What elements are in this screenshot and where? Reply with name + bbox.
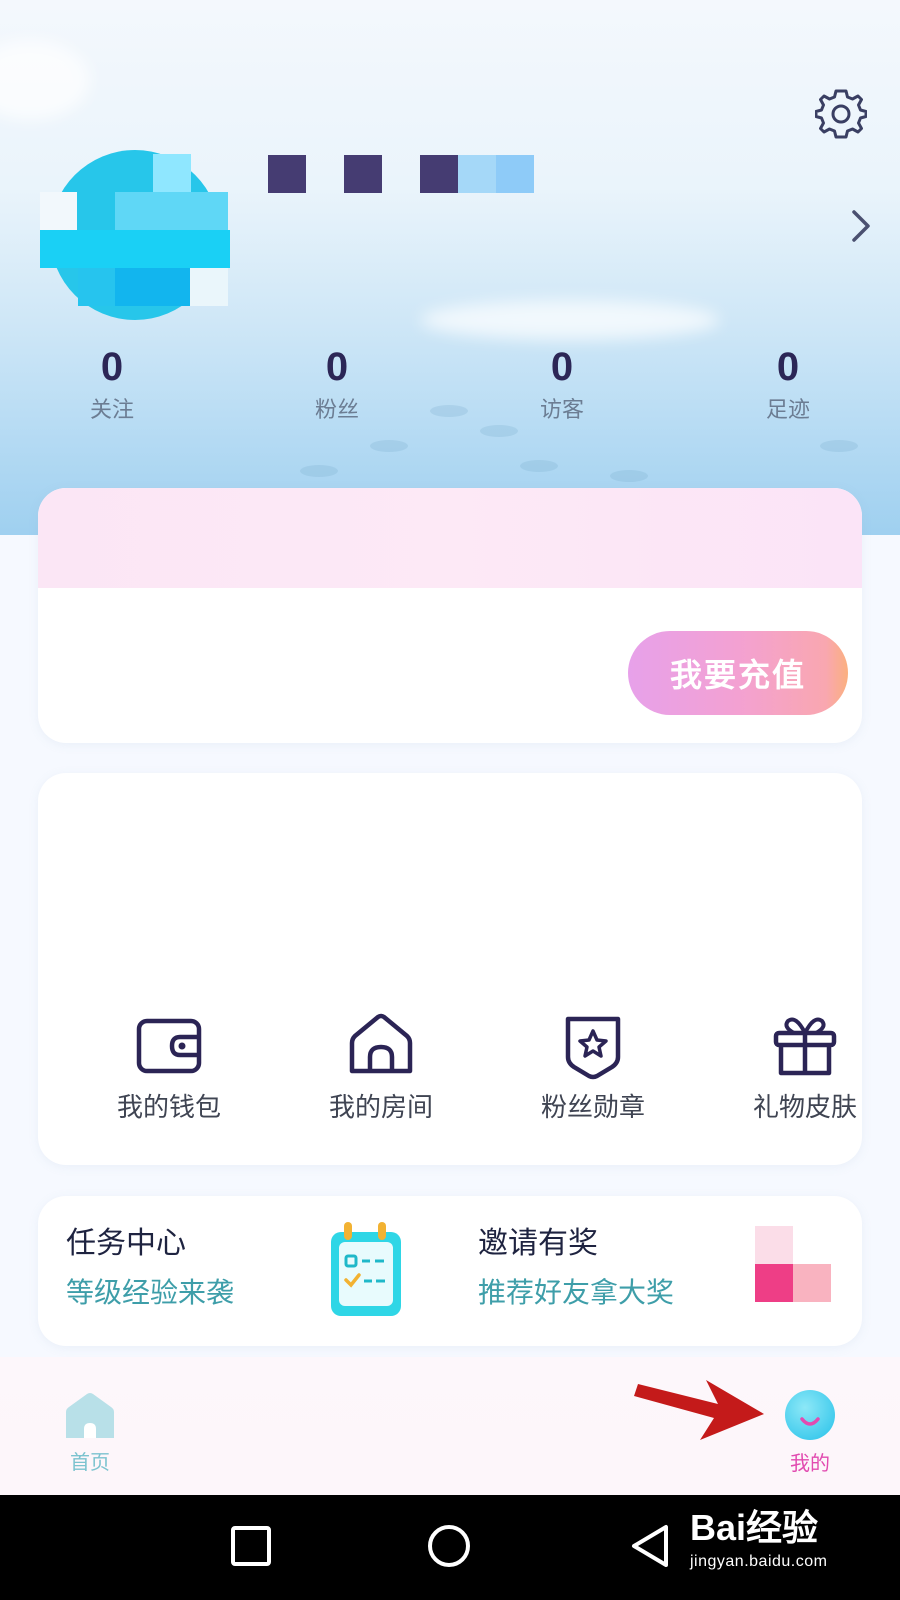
fish-decoration — [520, 460, 558, 472]
stats-row: 0 关注 0 粉丝 0 访客 0 足迹 — [0, 345, 900, 435]
avatar-pixel — [40, 192, 77, 230]
task-calendar-icon — [331, 1222, 401, 1316]
badge-star-icon — [565, 1016, 621, 1080]
settings-button[interactable] — [812, 84, 870, 142]
name-pixel — [268, 155, 306, 193]
recharge-button[interactable]: 我要充值 — [628, 631, 848, 715]
icon-pixel — [793, 1264, 831, 1302]
cloud-decoration — [420, 300, 720, 340]
avatar-pixel — [40, 230, 230, 268]
name-pixel — [496, 155, 534, 193]
name-pixel — [420, 155, 458, 193]
task-center-subtitle: 等级经验来袭 — [66, 1277, 235, 1308]
menu-label: 粉丝勋章 — [540, 1092, 645, 1122]
menu-label: 我的钱包 — [116, 1092, 221, 1122]
tab-label: 我的 — [790, 1453, 830, 1475]
fish-decoration — [820, 440, 858, 452]
invite-entry[interactable]: 邀请有奖 推荐好友拿大奖 — [450, 1196, 862, 1346]
menu-item-wallet[interactable]: 我的钱包 — [84, 1011, 254, 1123]
stat-label: 足迹 — [765, 397, 810, 422]
stat-fans[interactable]: 0 粉丝 — [277, 345, 397, 423]
invite-subtitle: 推荐好友拿大奖 — [478, 1277, 675, 1308]
username-redacted — [268, 155, 548, 193]
recharge-banner — [38, 488, 862, 588]
mine-face-icon — [785, 1390, 835, 1440]
promo-card: 任务中心 等级经验来袭 邀请有奖 推荐好友拿大奖 — [38, 1196, 862, 1346]
annotation-arrow — [634, 1380, 764, 1440]
tab-mine[interactable]: 我的 — [760, 1389, 860, 1476]
fish-decoration — [300, 465, 338, 477]
stat-label: 访客 — [539, 397, 584, 422]
cloud-decoration — [0, 40, 90, 120]
name-pixel — [458, 155, 496, 193]
avatar-pixel — [78, 268, 115, 306]
wallet-icon — [136, 1018, 202, 1074]
chevron-right-icon — [852, 210, 870, 242]
name-pixel — [344, 155, 382, 193]
watermark-url: jingyan.baidu.com — [690, 1553, 828, 1570]
baidu-jingyan-watermark: Bai经验 jingyan.baidu.com — [690, 1508, 827, 1572]
stat-value: 0 — [550, 345, 574, 389]
avatar-pixel — [190, 268, 228, 306]
stat-value: 0 — [325, 345, 349, 389]
stat-value: 0 — [100, 345, 124, 389]
gear-icon — [815, 89, 867, 139]
stat-label: 粉丝 — [314, 397, 359, 422]
recharge-card: 我要充值 — [38, 488, 862, 743]
menu-item-gift-skin[interactable]: 礼物皮肤 — [720, 1011, 862, 1123]
house-icon — [349, 1013, 413, 1074]
gift-icon — [773, 1017, 837, 1076]
menu-item-room[interactable]: 我的房间 — [296, 1011, 466, 1123]
icon-pixel — [755, 1226, 793, 1264]
stat-following[interactable]: 0 关注 — [52, 345, 172, 423]
invite-icon — [755, 1226, 835, 1306]
invite-title: 邀请有奖 — [478, 1227, 598, 1260]
watermark-logo: Bai经验 — [690, 1507, 819, 1548]
task-center-entry[interactable]: 任务中心 等级经验来袭 — [38, 1196, 450, 1346]
avatar-pixel — [115, 268, 190, 306]
avatar-pixel — [115, 192, 228, 230]
home-circle-icon[interactable] — [426, 1523, 472, 1569]
task-center-title: 任务中心 — [66, 1227, 186, 1260]
profile-detail-arrow[interactable] — [848, 206, 874, 246]
menu-item-fan-badge[interactable]: 粉丝勋章 — [508, 1011, 678, 1123]
stat-label: 关注 — [89, 397, 134, 422]
stat-visitors[interactable]: 0 访客 — [502, 345, 622, 423]
stat-value: 0 — [776, 345, 800, 389]
tab-label: 首页 — [70, 1452, 110, 1474]
fish-decoration — [610, 470, 648, 482]
icon-pixel — [755, 1264, 793, 1302]
recents-square-icon[interactable] — [228, 1523, 274, 1569]
feature-menu-card: 我的钱包 我的房间 粉丝勋章 礼物皮肤 — [38, 773, 862, 1165]
avatar-pixel — [153, 154, 191, 192]
tab-home[interactable]: 首页 — [40, 1392, 140, 1475]
back-triangle-icon[interactable] — [628, 1523, 674, 1569]
menu-label: 我的房间 — [328, 1092, 433, 1122]
home-icon — [66, 1393, 114, 1438]
avatar[interactable] — [40, 140, 230, 330]
menu-label: 礼物皮肤 — [752, 1092, 857, 1122]
fish-decoration — [370, 440, 408, 452]
stat-footprints[interactable]: 0 足迹 — [728, 345, 848, 423]
